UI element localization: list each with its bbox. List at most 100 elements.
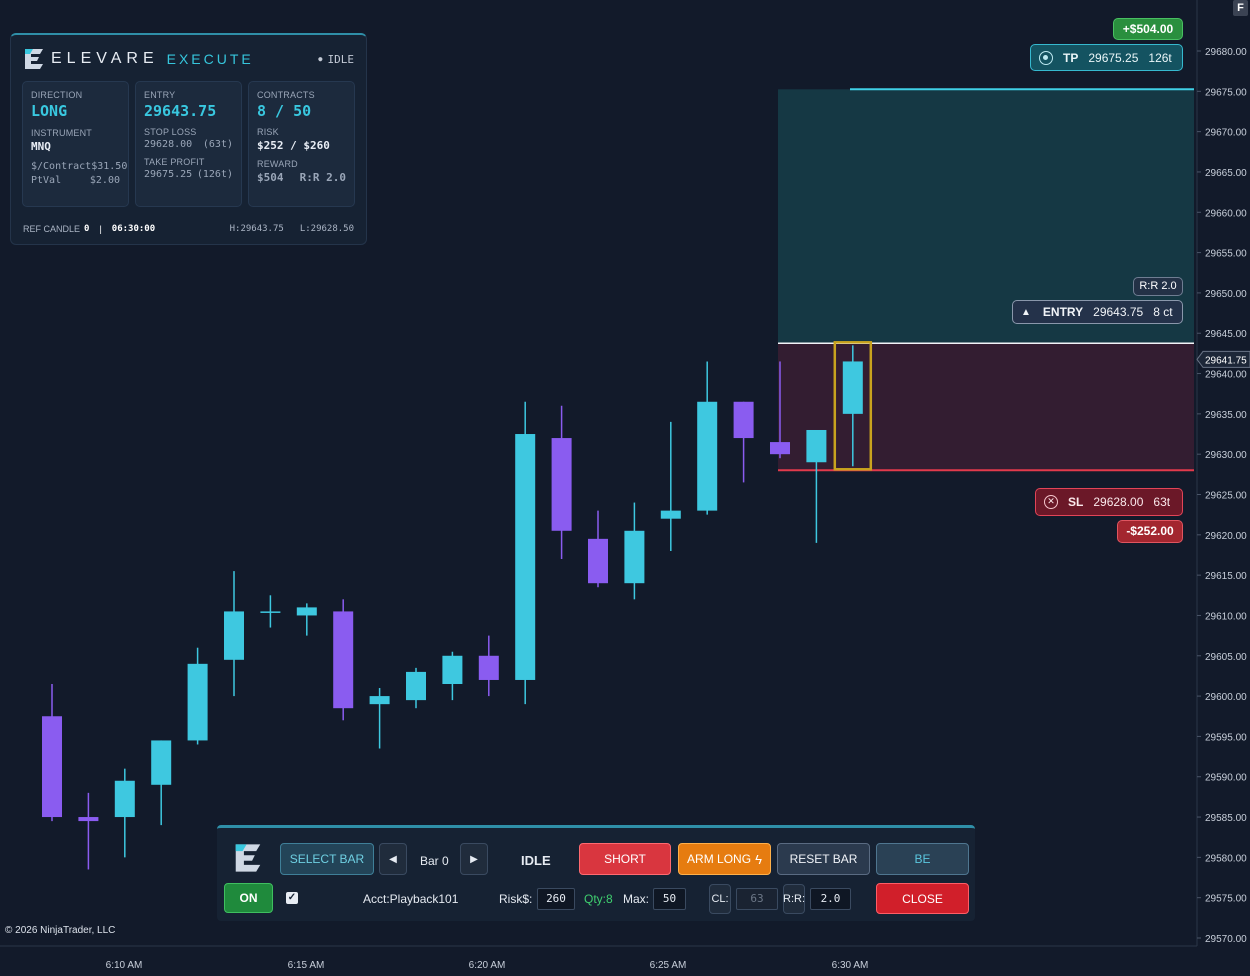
candle-body bbox=[515, 434, 536, 680]
lightning-icon: ϟ bbox=[755, 851, 762, 867]
y-tick-label: 29645.00 bbox=[1205, 329, 1247, 340]
entry-card: ENTRY 29643.75 STOP LOSS 29628.00 (63t) … bbox=[135, 81, 242, 207]
triangle-right-icon: ▶ bbox=[470, 853, 478, 865]
next-bar-button[interactable]: ▶ bbox=[460, 843, 488, 875]
enable-checkbox[interactable]: ✓ bbox=[286, 892, 298, 904]
risk-label: RISK bbox=[257, 127, 279, 137]
stop-loss-ticks: (63t) bbox=[202, 139, 233, 150]
bar-index: Bar 0 bbox=[420, 854, 449, 868]
y-tick-label: 29625.00 bbox=[1205, 491, 1247, 502]
candle-body bbox=[333, 611, 354, 709]
arm-long-button[interactable]: ARM LONG ϟ bbox=[678, 843, 771, 875]
arm-long-label: ARM LONG bbox=[687, 852, 752, 866]
y-tick-label: 29650.00 bbox=[1205, 289, 1247, 300]
candle-body bbox=[842, 361, 863, 414]
toolbar-status: IDLE bbox=[521, 853, 551, 868]
y-tick-label: 29595.00 bbox=[1205, 732, 1247, 743]
y-tick-label: 29570.00 bbox=[1205, 934, 1247, 945]
y-tick-label: 29670.00 bbox=[1205, 128, 1247, 139]
tp-ticks: 126t bbox=[1148, 50, 1172, 65]
candle-body bbox=[733, 401, 754, 439]
candle-body bbox=[478, 655, 499, 680]
entry-key: ENTRY bbox=[1042, 305, 1084, 319]
close-position-button[interactable]: CLOSE bbox=[876, 883, 969, 914]
contracts-card: CONTRACTS 8 / 50 RISK $252 / $260 REWARD… bbox=[248, 81, 355, 207]
contracts-label: CONTRACTS bbox=[257, 90, 315, 100]
candle-body bbox=[78, 817, 99, 822]
per-contract-value: $31.50 bbox=[91, 161, 128, 172]
candle-body bbox=[624, 530, 645, 584]
take-profit-value: 29675.25 bbox=[144, 169, 193, 180]
y-tick-label: 29615.00 bbox=[1205, 571, 1247, 582]
y-tick-label: 29585.00 bbox=[1205, 813, 1247, 824]
y-tick-label: 29620.00 bbox=[1205, 531, 1247, 542]
triangle-up-icon: ▲ bbox=[1021, 306, 1031, 318]
close-circle-icon: ✕ bbox=[1044, 495, 1058, 509]
y-tick-label: 29600.00 bbox=[1205, 692, 1247, 703]
direction-value: LONG bbox=[31, 102, 68, 120]
risk-value: $252 / $260 bbox=[257, 139, 330, 152]
y-tick-label: 29635.00 bbox=[1205, 410, 1247, 421]
x-tick-label: 6:20 AM bbox=[469, 960, 506, 971]
rr-toggle[interactable]: R:R: bbox=[783, 884, 805, 914]
take-profit-label: TAKE PROFIT bbox=[144, 157, 205, 167]
rr-input[interactable]: 2.0 bbox=[810, 888, 851, 910]
breakeven-button[interactable]: BE bbox=[876, 843, 969, 875]
cl-toggle[interactable]: CL: bbox=[709, 884, 731, 914]
x-tick-label: 6:10 AM bbox=[106, 960, 143, 971]
candle-body bbox=[42, 716, 62, 818]
cl-input[interactable]: 63 bbox=[736, 888, 778, 910]
tp-pnl-badge: +$504.00 bbox=[1113, 18, 1183, 40]
candle-body bbox=[442, 655, 463, 684]
stop-loss-label: STOP LOSS bbox=[144, 127, 197, 137]
direction-card: DIRECTION LONG INSTRUMENT MNQ $/Contract… bbox=[22, 81, 129, 207]
per-contract-label: $/Contract bbox=[31, 161, 92, 172]
brand-sub: EXECUTE bbox=[166, 51, 254, 67]
y-tick-label: 29660.00 bbox=[1205, 208, 1247, 219]
brand-name: ELEVARE bbox=[51, 50, 159, 67]
y-tick-label: 29580.00 bbox=[1205, 853, 1247, 864]
elevare-logo-icon bbox=[25, 49, 43, 69]
candle-body bbox=[224, 611, 244, 660]
ptval-row: PtVal $2.00 bbox=[31, 175, 120, 186]
ref-candle-label: REF CANDLE bbox=[23, 224, 81, 234]
y-tick-label: 29675.00 bbox=[1205, 87, 1247, 98]
candle-body bbox=[806, 429, 827, 463]
stop-loss-zone bbox=[778, 343, 1194, 471]
entry-value: 29643.75 bbox=[144, 102, 217, 120]
y-tick-label: 29680.00 bbox=[1205, 47, 1247, 58]
ptval-value: $2.00 bbox=[89, 175, 120, 186]
risk-input[interactable]: 260 bbox=[537, 888, 575, 910]
sl-price-tag[interactable]: ✕ SL 29628.00 63t bbox=[1035, 488, 1183, 516]
y-tick-label: 29590.00 bbox=[1205, 773, 1247, 784]
tp-price-tag[interactable]: TP 29675.25 126t bbox=[1030, 44, 1183, 71]
x-tick-label: 6:15 AM bbox=[288, 960, 325, 971]
prev-bar-button[interactable]: ◀ bbox=[379, 843, 407, 875]
x-tick-label: 6:30 AM bbox=[832, 960, 869, 971]
max-input[interactable]: 50 bbox=[653, 888, 686, 910]
reset-bar-button[interactable]: RESET BAR bbox=[777, 843, 870, 875]
candle-body bbox=[296, 607, 317, 616]
f-button[interactable]: F bbox=[1233, 0, 1248, 16]
entry-price-tag[interactable]: ▲ ENTRY 29643.75 8 ct bbox=[1012, 300, 1183, 324]
ref-low: L:29628.50 bbox=[299, 224, 354, 234]
execute-toolbar: SELECT BAR ◀ Bar 0 ▶ IDLE SHORT ARM LONG… bbox=[217, 825, 975, 921]
short-button[interactable]: SHORT bbox=[579, 843, 671, 875]
tp-key: TP bbox=[1063, 50, 1079, 65]
reward-rr: R:R 2.0 bbox=[299, 171, 346, 184]
y-tick-label: 29655.00 bbox=[1205, 249, 1247, 260]
triangle-left-icon: ◀ bbox=[389, 853, 397, 865]
reward-label: REWARD bbox=[257, 159, 298, 169]
select-bar-button[interactable]: SELECT BAR bbox=[280, 843, 374, 875]
risk-input-label: Risk$: bbox=[499, 892, 533, 906]
execute-info-panel: ELEVARE EXECUTE IDLE DIRECTION LONG INST… bbox=[10, 33, 367, 245]
candle-body bbox=[369, 696, 390, 705]
on-toggle-button[interactable]: ON bbox=[224, 883, 273, 913]
tp-price: 29675.25 bbox=[1088, 50, 1139, 65]
stop-loss-row: 29628.00 (63t) bbox=[144, 139, 233, 150]
take-profit-ticks: (126t) bbox=[196, 169, 233, 180]
ref-high: H:29643.75 bbox=[229, 224, 284, 234]
ref-divider: | bbox=[99, 224, 102, 234]
sl-key: SL bbox=[1068, 495, 1084, 509]
candle-body bbox=[406, 671, 426, 701]
